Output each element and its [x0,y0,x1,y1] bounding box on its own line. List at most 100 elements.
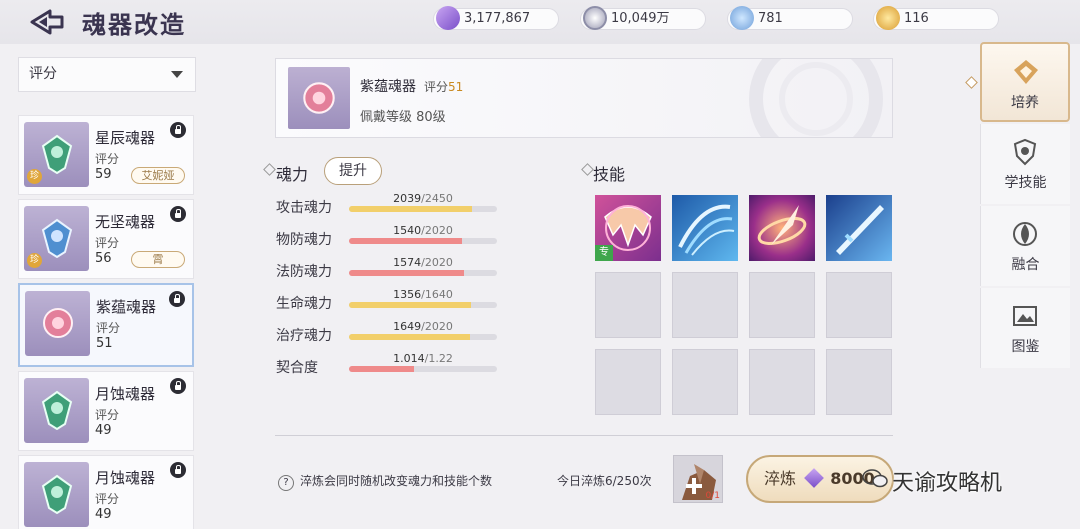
stat-max: /2020 [421,256,453,269]
rare-badge: 珍 [27,169,42,184]
selected-item-score: 评分51 [424,78,463,95]
stat-max: /2450 [421,192,453,205]
stat-current: 1574 [393,256,422,269]
gallery-icon [1013,306,1037,326]
resource-gold-coin-bag: 116 [873,6,999,30]
stat-bar-fill [349,206,473,212]
stat-bar [349,270,497,276]
item-score-label: 评分 [95,236,120,250]
empty-skill-slot [595,272,661,338]
item-name: 无坚魂器 [95,213,156,231]
skill-slot[interactable] [826,195,892,261]
skill-slot[interactable] [749,195,815,261]
stat-label: 契合度 [276,360,318,376]
stat-label: 攻击魂力 [276,200,332,216]
item-name: 紫蕴魂器 [96,298,157,316]
tab-label: 培养 [1011,95,1039,111]
empty-skill-slot [826,349,892,415]
purple-crystal-icon [804,468,825,488]
wechat-logo-icon [862,469,888,488]
tab-gallery[interactable]: 图鉴 [980,288,1070,368]
section-diamond-icon [581,163,594,176]
empty-skill-slot [749,272,815,338]
item-score-label: 评分 [95,492,120,506]
stat-label: 生命魂力 [276,296,332,312]
learn-skill-icon [1013,138,1037,166]
item-score-label: 评分 [95,152,120,166]
tip-text: 淬炼会同时随机改变魂力和技能个数 [300,474,493,488]
gold-coin-bag-icon [876,6,900,30]
resource-value: 781 [758,11,783,26]
wear-level: 佩戴等级 80级 [360,110,446,125]
rare-badge: 珍 [27,253,42,268]
item-icon-frame: 珍 [24,122,89,187]
empty-skill-slot [749,349,815,415]
gem-emblem-icon [41,134,73,174]
lock-icon[interactable] [170,206,186,222]
resource-silver-coin: 10,049万 [580,6,706,30]
list-item[interactable]: 月蚀魂器 评分 49 [18,371,194,451]
stat-max: /1640 [421,288,453,301]
sort-dropdown[interactable]: 评分 [18,57,196,92]
item-name: 月蚀魂器 [95,469,156,487]
back-arrow-icon[interactable] [28,8,66,36]
gem-emblem-icon [43,308,73,338]
refine-tip: ? 淬炼会同时随机改变魂力和技能个数 [278,472,492,491]
sort-label: 评分 [29,66,57,82]
upgrade-button[interactable]: 提升 [324,157,382,185]
section-diamond-icon [263,163,276,176]
gem-emblem-icon [41,390,73,430]
soul-item-list[interactable]: 珍 星辰魂器 评分 59 艾妮娅 珍 无坚魂器 评分 56 霄 紫蕴魂器 评分 … [18,97,196,529]
stat-bar-fill [349,302,472,308]
skill-slot[interactable] [672,195,738,261]
tab-fusion[interactable]: 融合 [980,206,1070,286]
item-icon-frame [24,378,89,443]
help-icon[interactable]: ? [278,475,294,491]
stat-current: 1540 [393,224,422,237]
material-count: 0/1 [705,491,720,501]
list-item[interactable]: 珍 无坚魂器 评分 56 霄 [18,199,194,279]
decorative-ring-icon [749,59,883,137]
stat-value: 2039/2450 [349,192,497,205]
unlock-icon[interactable] [169,291,185,307]
owner-tag: 霄 [131,251,185,268]
tab-nurture[interactable]: 培养 [980,42,1070,122]
owner-tag: 艾妮娅 [131,167,185,184]
skill-slot[interactable]: 专 [595,195,661,261]
lock-icon[interactable] [170,378,186,394]
silver-coin-icon [583,6,607,30]
stat-bar-fill [349,334,470,340]
item-icon-frame [24,462,89,527]
item-score-label: 评分 [96,321,121,335]
refine-material-slot[interactable]: 0/1 [673,455,723,503]
tab-learn-skill[interactable]: 学技能 [980,124,1070,204]
stat-bar [349,334,497,340]
tab-label: 学技能 [1004,175,1047,191]
list-item[interactable]: 月蚀魂器 评分 49 [18,455,194,529]
stat-bar-fill [349,270,465,276]
item-score: 59 [95,167,112,182]
selected-item-icon [288,67,350,129]
unlock-icon[interactable] [170,462,186,478]
tab-label: 融合 [1011,257,1040,273]
skills-title: 技能 [593,165,626,184]
selected-item-name: 紫蕴魂器 [360,79,416,95]
list-item[interactable]: 珍 星辰魂器 评分 59 艾妮娅 [18,115,194,195]
item-icon-frame [25,291,90,356]
selected-item-card: 紫蕴魂器 评分51 佩戴等级 80级 [275,58,893,138]
lock-icon[interactable] [170,122,186,138]
resource-value: 3,177,867 [464,11,531,26]
gem-emblem-icon [41,474,73,514]
stat-bar-fill [349,238,462,244]
exclusive-badge: 专 [595,245,613,261]
list-item-selected[interactable]: 紫蕴魂器 评分 51 [18,283,194,367]
active-tab-marker-icon [965,76,978,89]
stat-bar-fill [349,366,415,372]
fusion-icon [1013,222,1037,246]
refine-label: 淬炼 [764,469,797,488]
empty-skill-slot [672,272,738,338]
item-score: 49 [95,507,112,522]
stat-current: 1.014 [393,352,425,365]
stat-value: 1.014/1.22 [349,352,497,365]
stat-bar [349,238,497,244]
